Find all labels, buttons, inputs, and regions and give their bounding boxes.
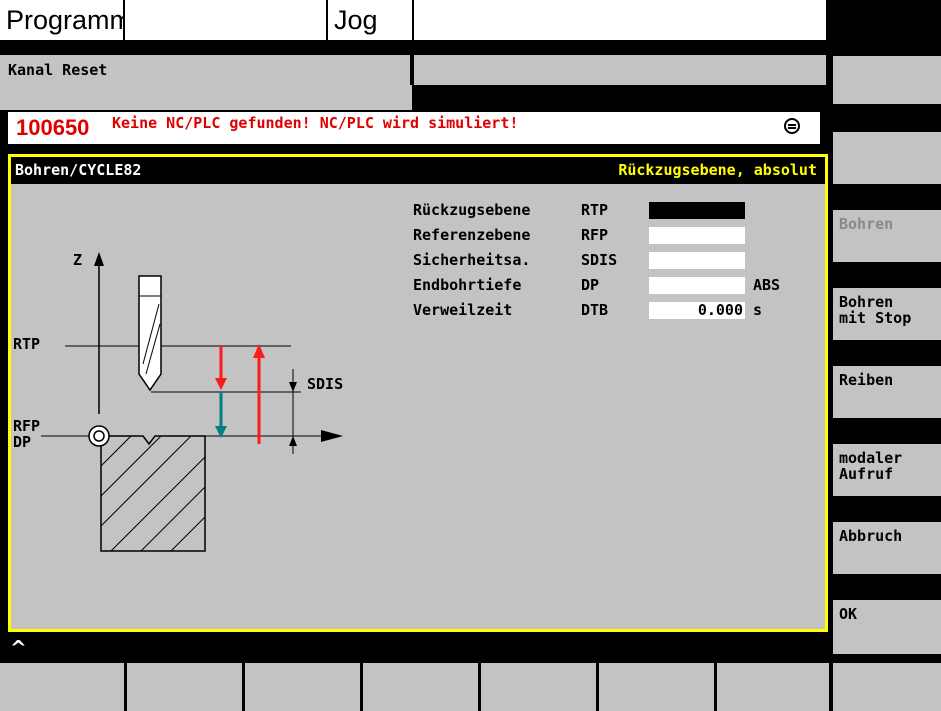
mode-area: Jog	[328, 0, 414, 40]
param-row-dp[interactable]: Endbohrtiefe DP ABS	[411, 276, 811, 298]
param-unit: ABS	[753, 276, 781, 294]
z-axis-label: Z	[73, 251, 82, 269]
mode-label: Jog	[334, 5, 378, 35]
param-label: Rückzugsebene	[413, 201, 531, 219]
parameter-list: Rückzugsebene RTP Referenzebene RFP Sich…	[411, 197, 821, 327]
status-row-2-left	[0, 85, 412, 110]
rtp-label: RTP	[13, 335, 40, 353]
hsoftkey-6[interactable]	[599, 663, 714, 711]
dialog-title-bar: Bohren/CYCLE82 Rückzugsebene, absolut	[11, 157, 825, 184]
recall-icon[interactable]: ^	[10, 636, 27, 660]
param-code: RTP	[581, 201, 609, 219]
param-label: Sicherheitsa.	[413, 251, 531, 269]
softkey-reiben[interactable]: Reiben	[833, 366, 941, 418]
dp-label: DP	[13, 433, 31, 451]
hsoftkey-4[interactable]	[363, 663, 478, 711]
param-label: Verweilzeit	[413, 301, 513, 319]
param-row-dtb[interactable]: Verweilzeit DTB 0.000 s	[411, 301, 811, 323]
z-axis-arrow-icon	[94, 252, 104, 266]
param-input-rtp[interactable]	[649, 202, 745, 219]
alarm-line: 100650 Keine NC/PLC gefunden! NC/PLC wir…	[8, 112, 820, 144]
softkey-2[interactable]	[833, 132, 941, 184]
softkey-bohren[interactable]: Bohren	[833, 210, 941, 262]
param-code: SDIS	[581, 251, 618, 269]
hsoftkey-5[interactable]	[481, 663, 596, 711]
param-label: Endbohrtiefe	[413, 276, 522, 294]
header-empty	[414, 0, 826, 40]
drilling-diagram: Z RTP SDIS RFP DP	[13, 251, 343, 552]
param-input-dtb[interactable]: 0.000	[649, 302, 745, 319]
field-hint: Rückzugsebene, absolut	[618, 161, 817, 179]
x-axis-arrow-icon	[321, 430, 343, 442]
param-unit: s	[753, 301, 763, 319]
status-empty	[414, 55, 826, 85]
recall-bar: ^	[0, 632, 826, 663]
param-label: Referenzebene	[413, 226, 531, 244]
softkey-modaler-aufruf[interactable]: modaler Aufruf	[833, 444, 941, 496]
hsoftkey-1[interactable]	[0, 663, 124, 711]
param-code: DP	[581, 276, 600, 294]
param-input-dp[interactable]	[649, 277, 745, 294]
channel-status-area: Kanal Reset	[0, 55, 412, 85]
status-row-2	[0, 85, 826, 110]
param-code: RFP	[581, 226, 609, 244]
feed-arrow-icon	[215, 378, 227, 390]
dialog-title: Bohren/CYCLE82	[15, 161, 142, 179]
param-row-rfp[interactable]: Referenzebene RFP	[411, 226, 811, 248]
param-input-sdis[interactable]	[649, 252, 745, 269]
hsoftkey-7[interactable]	[717, 663, 829, 711]
program-label: Programm	[6, 5, 133, 35]
softkey-1[interactable]	[833, 56, 941, 104]
softkey-bohren-mit-stop[interactable]: Bohren mit Stop	[833, 288, 941, 340]
sdis-label: SDIS	[307, 375, 343, 393]
workpiece	[100, 435, 206, 552]
hsoftkey-2[interactable]	[127, 663, 242, 711]
header-bar: Programm Jog	[0, 0, 826, 40]
cycle-dialog: Bohren/CYCLE82 Rückzugsebene, absolut Z …	[8, 154, 828, 632]
program-area: Programm	[0, 0, 132, 40]
program-name-area	[125, 0, 328, 40]
hsoftkey-3[interactable]	[245, 663, 360, 711]
param-input-rfp[interactable]	[649, 227, 745, 244]
alarm-number: 100650	[16, 115, 90, 140]
param-code: DTB	[581, 301, 609, 319]
softkey-abbruch[interactable]: Abbruch	[833, 522, 941, 574]
param-row-sdis[interactable]: Sicherheitsa. SDIS	[411, 251, 811, 273]
softkey-0	[833, 0, 941, 27]
origin-icon	[88, 425, 110, 447]
status-row: Kanal Reset	[0, 55, 826, 85]
param-row-rtp[interactable]: Rückzugsebene RTP	[411, 201, 811, 223]
hsoftkey-8[interactable]	[833, 663, 941, 711]
softkey-ok[interactable]: OK	[833, 600, 941, 654]
channel-status: Kanal Reset	[8, 61, 108, 79]
alarm-ack-icon[interactable]	[784, 118, 800, 134]
alarm-message: Keine NC/PLC gefunden! NC/PLC wird simul…	[112, 114, 519, 132]
